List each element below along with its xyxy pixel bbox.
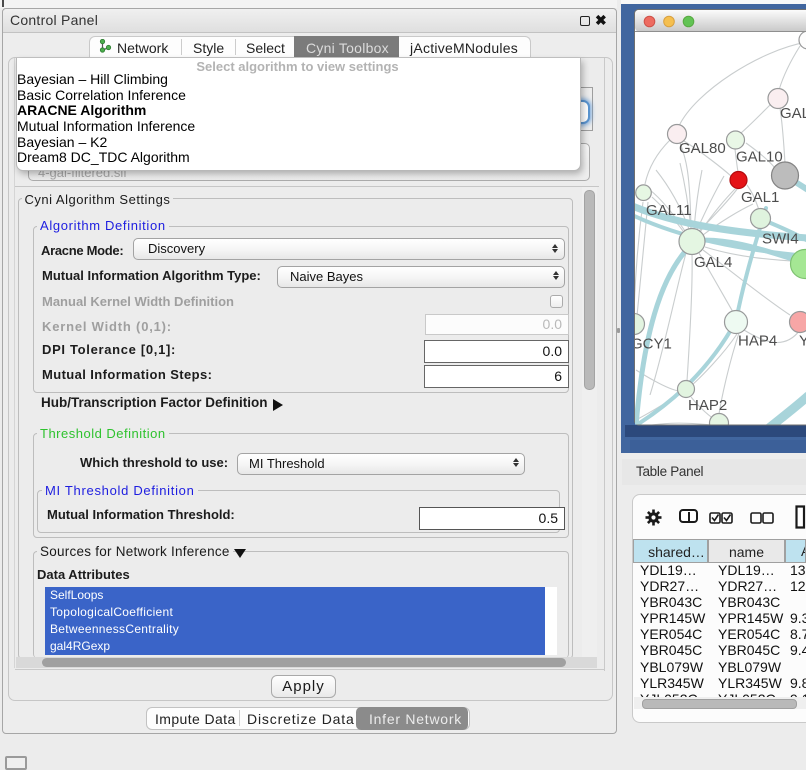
svg-text:GCY1: GCY1 [631, 336, 672, 353]
svg-text:GAL80: GAL80 [679, 140, 726, 157]
svg-text:HAP2: HAP2 [688, 397, 727, 414]
svg-text:GAL11: GAL11 [646, 202, 692, 219]
svg-text:SWI4: SWI4 [762, 231, 799, 248]
svg-text:GAL10: GAL10 [736, 149, 783, 166]
svg-text:GAL4: GAL4 [694, 254, 732, 271]
svg-text:GAL1: GAL1 [741, 189, 779, 206]
svg-text:Y: Y [799, 333, 806, 350]
svg-text:GAL7: GAL7 [780, 105, 806, 122]
svg-text:HAP4: HAP4 [738, 333, 777, 350]
